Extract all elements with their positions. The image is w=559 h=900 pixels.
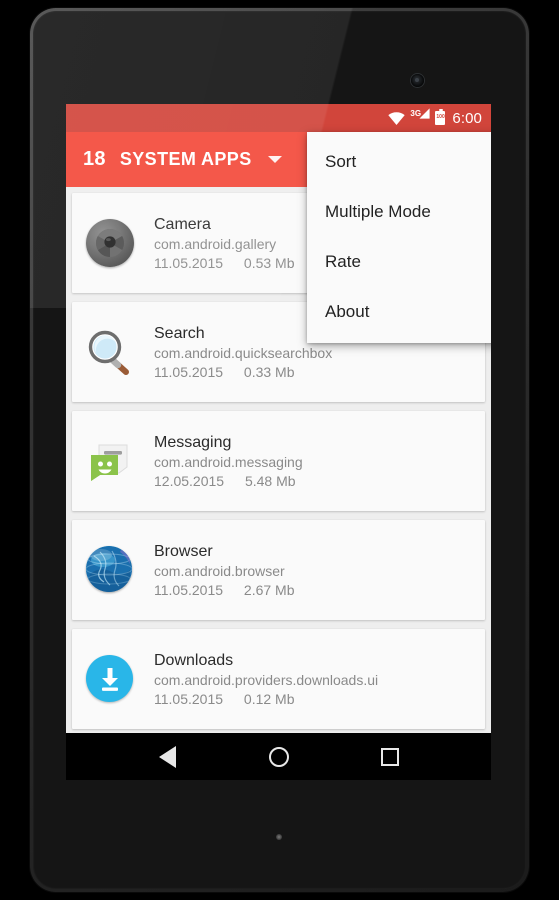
tablet-device-frame: 3G 100 6:00 18 SYSTEM APPS Camera com.an…: [30, 8, 529, 892]
list-item[interactable]: Messaging com.android.messaging 12.05.20…: [72, 411, 485, 511]
recents-square-icon[interactable]: [367, 734, 413, 780]
camera-icon: [86, 219, 134, 267]
chevron-down-icon[interactable]: [267, 156, 282, 163]
app-package: com.android.quicksearchbox: [154, 344, 333, 361]
list-item-text: Search com.android.quicksearchbox 11.05.…: [154, 323, 332, 382]
app-name: Camera: [154, 215, 211, 233]
menu-item-sort[interactable]: Sort: [307, 137, 491, 187]
app-date: 11.05.2015: [154, 690, 224, 707]
app-package: com.android.browser: [154, 562, 285, 579]
app-meta: 12.05.2015 5.48 Mb: [154, 472, 303, 491]
browser-icon: [86, 546, 134, 594]
downloads-icon: [86, 655, 134, 703]
led-dot-icon: [276, 834, 282, 840]
app-date: 11.05.2015: [154, 581, 224, 598]
app-meta: 11.05.2015 0.53 Mb: [154, 254, 295, 273]
wifi-icon: [388, 111, 406, 125]
menu-item-multiple-mode[interactable]: Multiple Mode: [307, 187, 491, 237]
app-package: com.android.messaging: [154, 453, 303, 470]
messaging-icon: [86, 437, 134, 485]
page-title: SYSTEM APPS: [119, 149, 252, 169]
list-item-text: Messaging com.android.messaging 12.05.20…: [154, 432, 303, 491]
app-name: Browser: [154, 542, 213, 560]
menu-item-about[interactable]: About: [307, 287, 491, 337]
status-bar: 3G 100 6:00: [66, 104, 491, 132]
app-meta: 11.05.2015 2.67 Mb: [154, 581, 295, 600]
app-meta: 11.05.2015 0.12 Mb: [154, 690, 378, 709]
cell-signal-icon: 3G: [410, 108, 430, 125]
app-date: 11.05.2015: [154, 363, 224, 380]
app-name: Messaging: [154, 433, 232, 451]
app-date: 11.05.2015: [154, 254, 224, 271]
app-size: 5.48 Mb: [244, 472, 296, 489]
list-item-text: Browser com.android.browser 11.05.2015 2…: [154, 541, 295, 600]
app-size: 2.67 Mb: [243, 581, 295, 598]
list-item[interactable]: Downloads com.android.providers.download…: [72, 629, 485, 729]
app-name: Search: [154, 324, 205, 342]
search-icon: [86, 328, 134, 376]
app-package: com.android.providers.downloads.ui: [154, 671, 379, 688]
app-package: com.android.gallery: [154, 235, 277, 252]
navigation-bar: [66, 733, 491, 780]
status-bar-clock: 6:00: [452, 109, 482, 127]
battery-level-label: 100: [436, 114, 445, 120]
list-item-text: Camera com.android.gallery 11.05.2015 0.…: [154, 214, 295, 273]
front-camera-icon: [411, 74, 424, 87]
app-count-label: 18: [83, 148, 106, 170]
list-item[interactable]: Browser com.android.browser 11.05.2015 2…: [72, 520, 485, 620]
overflow-menu[interactable]: Sort Multiple Mode Rate About: [307, 132, 491, 343]
list-item-text: Downloads com.android.providers.download…: [154, 650, 378, 709]
back-triangle-icon[interactable]: [145, 734, 191, 780]
app-date: 12.05.2015: [154, 472, 225, 489]
app-name: Downloads: [154, 651, 234, 669]
battery-icon: 100: [435, 109, 446, 125]
home-circle-icon[interactable]: [256, 734, 302, 780]
app-meta: 11.05.2015 0.33 Mb: [154, 363, 332, 382]
menu-item-rate[interactable]: Rate: [307, 237, 491, 287]
app-size: 0.53 Mb: [243, 254, 295, 271]
app-size: 0.12 Mb: [243, 690, 295, 707]
device-screen: 3G 100 6:00 18 SYSTEM APPS Camera com.an…: [66, 104, 491, 780]
app-size: 0.33 Mb: [243, 363, 295, 380]
